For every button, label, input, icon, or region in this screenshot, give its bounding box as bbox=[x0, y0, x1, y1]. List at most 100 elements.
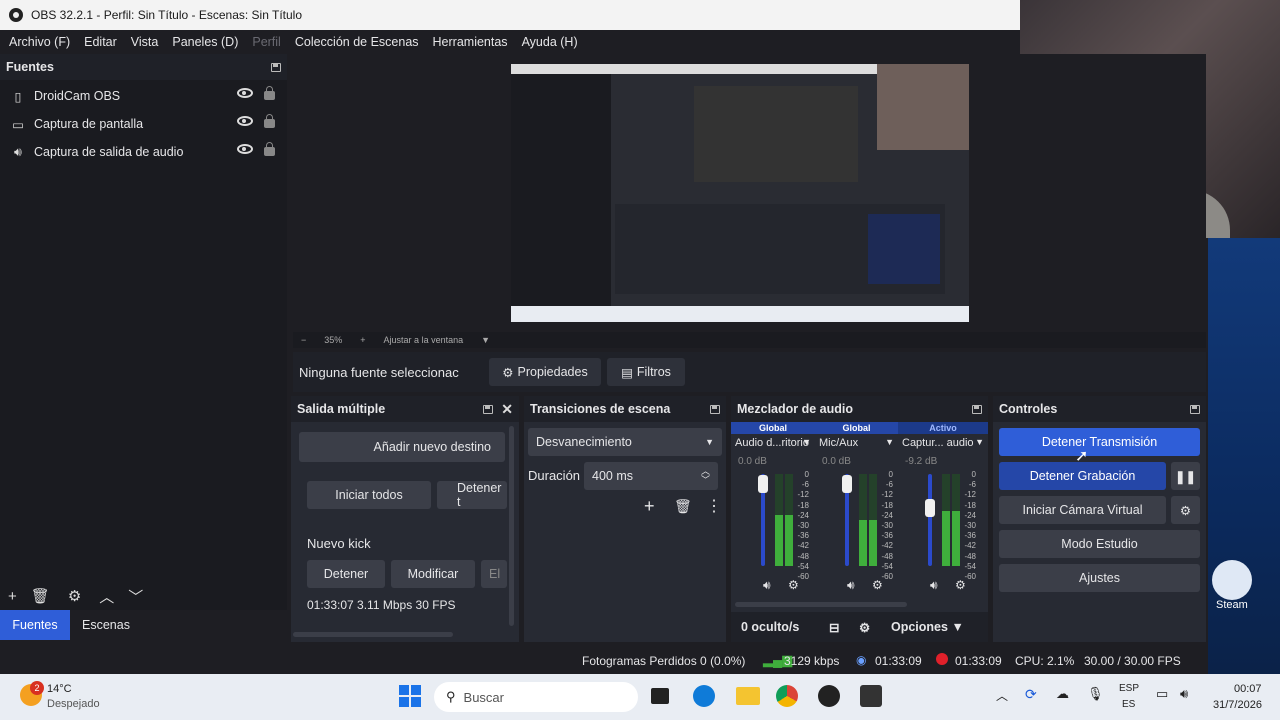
stop-stream-button[interactable]: Detener Transmisión bbox=[999, 428, 1200, 456]
trash-icon[interactable]: 🗑︎ bbox=[674, 498, 692, 515]
horizontal-scrollbar[interactable] bbox=[293, 632, 453, 637]
stop-target-button[interactable]: Detener bbox=[307, 560, 385, 588]
monitor-settings-icon[interactable]: ⚙︎ bbox=[955, 578, 966, 592]
source-item[interactable]: ▭ Captura de pantalla bbox=[0, 110, 287, 138]
layout-icon[interactable]: ⊟ bbox=[829, 620, 859, 635]
menu-editar[interactable]: Editar bbox=[77, 35, 124, 49]
volume-fader-knob[interactable] bbox=[758, 474, 768, 493]
undock-icon[interactable] bbox=[710, 404, 720, 414]
microphone-icon[interactable]: 🎙︎ bbox=[1087, 686, 1104, 702]
delete-target-button[interactable]: El bbox=[481, 560, 507, 588]
stop-record-button[interactable]: Detener Grabación bbox=[999, 462, 1166, 490]
settings-button[interactable]: Ajustes bbox=[999, 564, 1200, 592]
eye-icon[interactable] bbox=[237, 144, 253, 154]
virtual-camera-settings-button[interactable]: ⚙︎ bbox=[1171, 496, 1200, 524]
undock-icon[interactable] bbox=[1190, 404, 1200, 414]
menu-vista[interactable]: Vista bbox=[124, 35, 166, 49]
mixer-channel: Activo Captur... audio ▼ -9.2 dB 0 -6 -12 -1… bbox=[898, 422, 988, 612]
volume-fader-knob[interactable] bbox=[842, 474, 852, 493]
start-all-button[interactable]: Iniciar todos bbox=[307, 481, 431, 509]
mute-icon[interactable]: 🔊︎ bbox=[763, 578, 771, 593]
add-destination-button[interactable]: Añadir nuevo destino bbox=[299, 432, 505, 462]
tray-app-icon[interactable]: ⟳ bbox=[1025, 686, 1037, 703]
mute-icon[interactable]: 🔊︎ bbox=[847, 578, 855, 593]
tray-chevron-icon[interactable]: ︿ bbox=[996, 687, 1008, 704]
menu-perfil[interactable]: Perfil bbox=[245, 35, 287, 49]
chevron-down-icon[interactable]: ▼ bbox=[481, 335, 490, 345]
add-icon[interactable]: + bbox=[644, 496, 655, 517]
monitor-settings-icon[interactable]: ⚙︎ bbox=[788, 578, 799, 592]
menu-paneles[interactable]: Paneles (D) bbox=[165, 35, 245, 49]
zoom-in-icon[interactable]: + bbox=[360, 335, 365, 345]
edge-icon[interactable] bbox=[693, 685, 715, 707]
menu-herramientas[interactable]: Herramientas bbox=[426, 35, 515, 49]
virtual-camera-button[interactable]: Iniciar Cámara Virtual bbox=[999, 496, 1166, 524]
menu-ayuda[interactable]: Ayuda (H) bbox=[515, 35, 585, 49]
transition-select[interactable]: Desvanecimiento ▼ bbox=[528, 428, 722, 456]
duration-spinbox[interactable]: 400 ms ︿ ﹀ bbox=[584, 462, 718, 490]
volume-fader-knob[interactable] bbox=[925, 499, 935, 518]
mixer-channel: Global Mic/Aux ▼ 0.0 dB 0 -6 -12 -18 -24 -30 -3… bbox=[815, 422, 898, 612]
undock-icon[interactable] bbox=[271, 62, 281, 72]
eye-icon[interactable] bbox=[237, 116, 253, 126]
menu-coleccion[interactable]: Colección de Escenas bbox=[288, 35, 426, 49]
chevron-down-icon[interactable]: ▼ bbox=[885, 437, 894, 447]
steam-icon[interactable] bbox=[1212, 560, 1252, 600]
pause-record-button[interactable]: ❚❚ bbox=[1171, 462, 1200, 490]
epic-games-icon[interactable] bbox=[860, 685, 882, 707]
source-item[interactable]: 🔊︎ Captura de salida de audio bbox=[0, 138, 287, 166]
close-icon[interactable]: ✕ bbox=[501, 401, 513, 417]
zoom-fit[interactable]: Ajustar a la ventana bbox=[384, 335, 464, 345]
lock-icon[interactable] bbox=[264, 86, 275, 100]
chrome-icon[interactable] bbox=[776, 685, 798, 707]
more-vertical-icon[interactable]: ⋮ bbox=[706, 496, 722, 516]
volume-icon[interactable]: 🔊︎ bbox=[1180, 686, 1188, 702]
tab-sources[interactable]: Fuentes bbox=[0, 610, 70, 640]
lock-icon[interactable] bbox=[264, 114, 275, 128]
tray-cloud-icon[interactable]: ☁ bbox=[1056, 686, 1069, 702]
properties-button[interactable]: ⚙︎ Propiedades bbox=[489, 358, 601, 386]
chevron-down-icon[interactable]: ﹀ bbox=[128, 586, 143, 607]
task-view-icon[interactable] bbox=[651, 688, 669, 704]
language-primary[interactable]: ESP bbox=[1119, 683, 1139, 694]
meter-scale-label: -18 bbox=[964, 500, 976, 510]
source-label: Captura de salida de audio bbox=[34, 145, 184, 159]
language-secondary: ES bbox=[1122, 699, 1136, 710]
undock-icon[interactable] bbox=[972, 404, 982, 414]
clock-time[interactable]: 00:07 bbox=[1234, 683, 1262, 695]
eye-icon[interactable] bbox=[237, 88, 253, 98]
chevron-down-icon[interactable]: ▼ bbox=[802, 437, 811, 447]
advanced-audio-icon[interactable]: ⚙︎ bbox=[859, 620, 891, 635]
preview-canvas[interactable] bbox=[511, 64, 969, 322]
taskbar-search[interactable]: ⚲ Buscar bbox=[434, 682, 638, 712]
spin-arrows-icon[interactable]: ︿ ﹀ bbox=[701, 467, 710, 485]
source-item[interactable]: ▯ DroidCam OBS bbox=[0, 82, 287, 110]
zoom-out-icon[interactable]: − bbox=[301, 335, 306, 345]
mute-icon[interactable]: 🔊︎ bbox=[930, 578, 938, 593]
mixer-options-button[interactable]: Opciones ▼ bbox=[891, 620, 964, 634]
trash-icon[interactable]: 🗑︎ bbox=[31, 587, 50, 605]
undock-icon[interactable] bbox=[483, 404, 494, 414]
volume-fader-track[interactable] bbox=[928, 474, 932, 566]
obs-taskbar-icon[interactable] bbox=[818, 685, 840, 707]
chevron-up-icon[interactable]: ︿ bbox=[99, 586, 114, 607]
stop-all-button[interactable]: Detener t bbox=[437, 481, 507, 509]
tab-scenes[interactable]: Escenas bbox=[70, 610, 142, 640]
menu-archivo[interactable]: Archivo (F) bbox=[2, 35, 77, 49]
filters-button[interactable]: ▤ Filtros bbox=[607, 358, 685, 386]
gear-icon[interactable]: ⚙︎ bbox=[68, 587, 81, 605]
file-explorer-icon[interactable] bbox=[736, 687, 760, 705]
windows-start-icon[interactable] bbox=[399, 685, 421, 707]
meter-scale-label: -6 bbox=[801, 480, 809, 490]
lock-icon[interactable] bbox=[264, 142, 275, 156]
add-icon[interactable]: + bbox=[8, 588, 17, 605]
modify-target-button[interactable]: Modificar bbox=[391, 560, 475, 588]
multi-header: Salida múltiple ✕ bbox=[291, 396, 519, 422]
chevron-down-icon[interactable]: ▼ bbox=[975, 437, 984, 447]
gear-icon: ⚙︎ bbox=[1179, 503, 1192, 518]
vertical-scrollbar[interactable] bbox=[509, 426, 514, 626]
monitor-settings-icon[interactable]: ⚙︎ bbox=[872, 578, 883, 592]
studio-mode-button[interactable]: Modo Estudio bbox=[999, 530, 1200, 558]
mixer-scrollbar[interactable] bbox=[735, 602, 907, 607]
network-icon[interactable]: ▭ bbox=[1156, 686, 1168, 702]
